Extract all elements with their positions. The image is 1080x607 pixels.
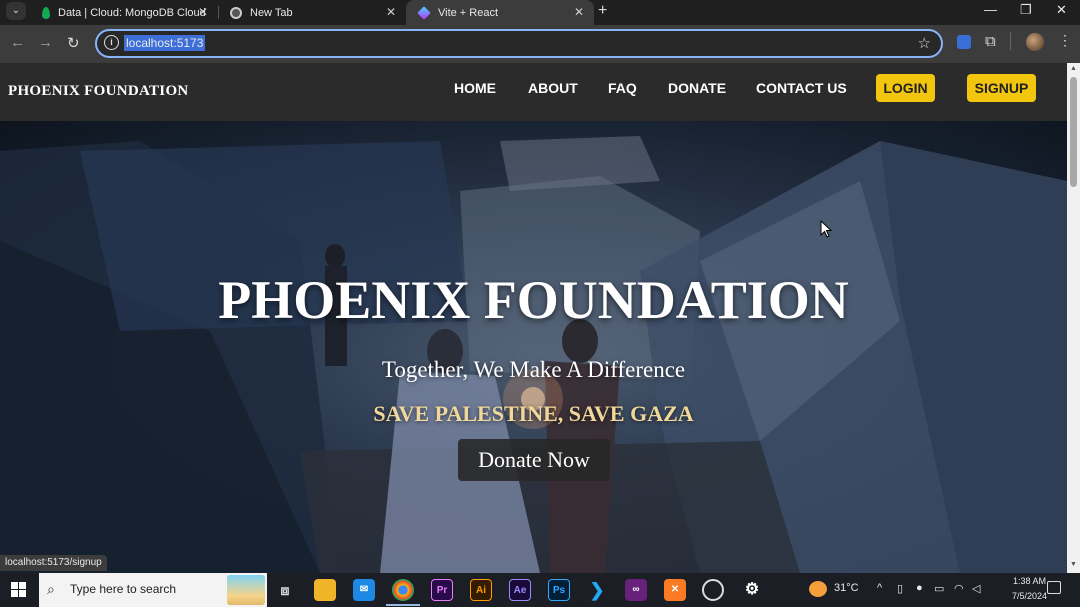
tab-label: Data | Cloud: MongoDB Cloud	[58, 6, 206, 19]
page-scrollbar[interactable]: ▲ ▼	[1067, 63, 1080, 573]
weather-icon[interactable]	[809, 581, 827, 597]
active-app-indicator	[386, 604, 420, 606]
illustrator-icon[interactable]: Ai	[470, 579, 492, 601]
nav-faq[interactable]: FAQ	[608, 80, 637, 96]
vite-icon	[417, 5, 431, 20]
hero-cause-text: SAVE PALESTINE, SAVE GAZA	[373, 401, 694, 426]
puzzle-extensions-icon[interactable]: ⧉	[985, 33, 996, 50]
site-brand[interactable]: PHOENIX FOUNDATION	[8, 83, 189, 100]
restore-icon[interactable]: ❐	[1020, 2, 1032, 18]
task-view-icon[interactable]: ⧈	[274, 579, 296, 601]
mongodb-leaf-icon	[42, 6, 50, 19]
site-info-icon[interactable]: i	[104, 35, 119, 50]
forward-icon[interactable]: →	[38, 34, 53, 51]
new-tab-button[interactable]: +	[598, 2, 607, 20]
visual-studio-icon[interactable]: ∞	[625, 579, 647, 601]
photoshop-icon[interactable]: Ps	[548, 579, 570, 601]
microphone-icon[interactable]: ●	[916, 582, 923, 594]
file-explorer-icon[interactable]	[314, 579, 336, 601]
close-icon[interactable]: ✕	[386, 5, 396, 19]
hero-background-image	[0, 136, 1067, 573]
search-placeholder[interactable]: Type here to search	[70, 582, 176, 596]
taskbar-clock[interactable]: 1:38 AM 7/5/2024	[1012, 574, 1047, 604]
tab-search-button[interactable]: ⌄	[6, 2, 26, 20]
hero-title: PHOENIX FOUNDATION	[218, 270, 849, 330]
toolbar-divider	[1010, 32, 1011, 50]
after-effects-icon[interactable]: Ae	[509, 579, 531, 601]
chrome-taskbar-icon[interactable]	[392, 579, 414, 601]
hero-subtitle: Together, We Make A Difference	[381, 357, 686, 382]
battery-icon[interactable]: ▭	[934, 582, 944, 595]
back-icon[interactable]: ←	[10, 34, 25, 51]
taskbar-search[interactable]: ⌕ Type here to search	[39, 573, 267, 607]
vscode-icon[interactable]: ❯	[586, 579, 608, 601]
search-icon: ⌕	[47, 581, 55, 597]
nav-contact[interactable]: CONTACT US	[756, 80, 847, 96]
mail-icon[interactable]: ✉	[353, 579, 375, 601]
site-navbar: PHOENIX FOUNDATION HOME ABOUT FAQ DONATE…	[0, 63, 1067, 121]
premiere-pro-icon[interactable]: Pr	[431, 579, 453, 601]
scroll-down-icon[interactable]: ▼	[1070, 561, 1077, 568]
windows-taskbar: ⌕ Type here to search ⧈ ✉ Pr Ai Ae Ps ❯ …	[0, 573, 1080, 607]
address-bar[interactable]: i localhost:5173 ☆	[95, 29, 943, 58]
nav-donate[interactable]: DONATE	[668, 80, 726, 96]
browser-toolbar: ← → ↻ i localhost:5173 ☆ ⧉ ⋮	[0, 25, 1080, 63]
tray-app-icon[interactable]: ▯	[897, 582, 903, 595]
close-icon[interactable]: ✕	[574, 5, 584, 19]
wifi-icon[interactable]: ◠	[954, 582, 964, 595]
volume-icon[interactable]: ◁	[972, 582, 980, 595]
extension-icon[interactable]	[957, 35, 971, 49]
mouse-cursor-icon	[820, 220, 832, 238]
tab-strip: ⌄ Data | Cloud: MongoDB Cloud ✕ New Tab …	[0, 0, 1080, 25]
status-bar-url: localhost:5173/signup	[0, 555, 107, 571]
tray-overflow-icon[interactable]: ^	[877, 582, 882, 594]
search-highlight-image	[227, 575, 265, 605]
weather-temp[interactable]: 31°C	[834, 582, 859, 594]
nav-about[interactable]: ABOUT	[528, 80, 578, 96]
scroll-thumb[interactable]	[1070, 77, 1077, 187]
scroll-up-icon[interactable]: ▲	[1070, 65, 1077, 72]
hero-section: PHOENIX FOUNDATION Together, We Make A D…	[0, 121, 1067, 573]
windows-start-icon[interactable]	[11, 582, 26, 597]
notifications-icon[interactable]	[1047, 581, 1061, 594]
reload-icon[interactable]: ↻	[67, 34, 80, 52]
clock-date: 7/5/2024	[1012, 591, 1048, 601]
close-window-icon[interactable]: ✕	[1056, 2, 1067, 18]
nav-home[interactable]: HOME	[454, 80, 496, 96]
screen-recorder-icon[interactable]	[702, 579, 724, 601]
profile-avatar[interactable]	[1026, 33, 1044, 51]
tab-vite-react[interactable]: Vite + React ✕	[406, 0, 594, 25]
bookmark-star-icon[interactable]: ☆	[918, 34, 931, 52]
tab-label: Vite + React	[438, 6, 499, 19]
minimize-icon[interactable]: —	[984, 2, 997, 17]
login-button[interactable]: LOGIN	[876, 74, 935, 102]
clock-time: 1:38 AM	[1013, 576, 1047, 586]
donate-now-button[interactable]: Donate Now	[458, 439, 610, 481]
page-viewport: PHOENIX FOUNDATION HOME ABOUT FAQ DONATE…	[0, 63, 1067, 573]
tab-mongodb[interactable]: Data | Cloud: MongoDB Cloud ✕	[30, 0, 218, 25]
close-icon[interactable]: ✕	[198, 5, 208, 19]
tab-new-tab[interactable]: New Tab ✕	[218, 0, 406, 25]
tab-label: New Tab	[250, 6, 293, 19]
signup-button[interactable]: SIGNUP	[967, 74, 1036, 102]
chrome-icon	[230, 6, 242, 19]
settings-gear-icon[interactable]: ⚙	[741, 579, 763, 601]
xampp-icon[interactable]: ✕	[664, 579, 686, 601]
url-text[interactable]: localhost:5173	[124, 35, 206, 51]
menu-kebab-icon[interactable]: ⋮	[1058, 32, 1072, 49]
